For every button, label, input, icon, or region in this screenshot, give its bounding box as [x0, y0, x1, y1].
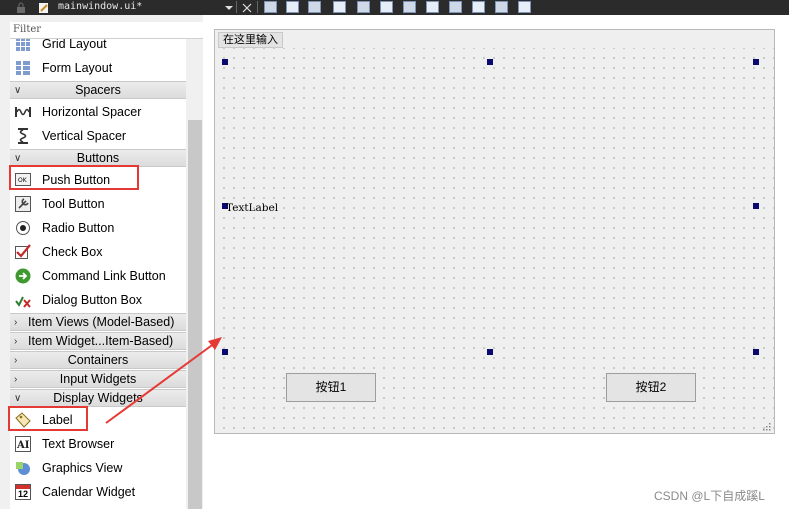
- annotation-arrow: [105, 337, 222, 424]
- watermark: CSDN @L下自成蹊L: [654, 489, 765, 503]
